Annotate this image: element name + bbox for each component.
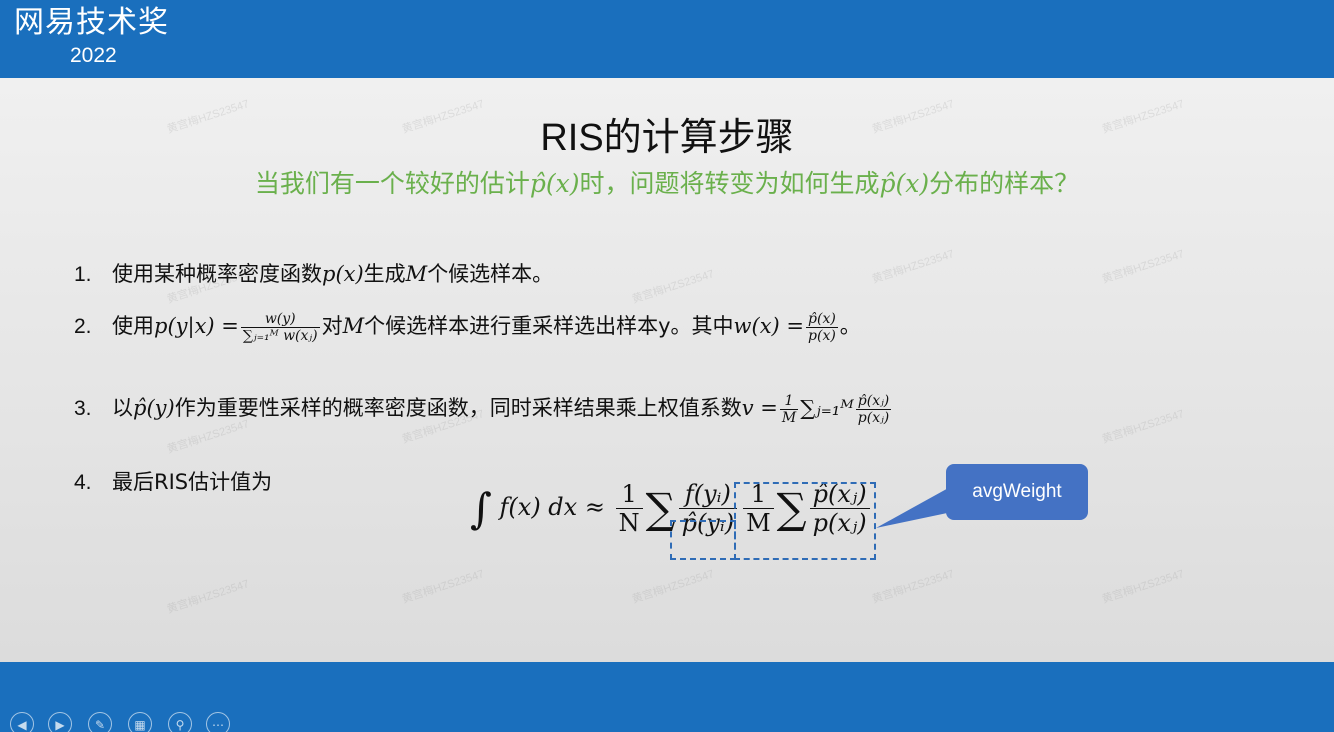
presentation-window: 网易技术奖 2022 黄宫梅HZS23547 黄宫梅HZS23547 黄宫梅HZ…: [0, 0, 1334, 732]
item-text: 作为重要性采样的概率密度函数，同时采样结果乘上权值系数: [174, 396, 742, 420]
fraction-denominator: p(xⱼ): [857, 409, 890, 426]
fraction: p̂(xⱼ) p(xⱼ): [855, 392, 892, 426]
brand-year: 2022: [70, 44, 117, 67]
item-number: 4.: [74, 471, 92, 494]
next-icon[interactable]: ▶: [48, 712, 72, 732]
zoom-icon[interactable]: ⚲: [168, 712, 192, 732]
subtitle-symbol: p̂(x): [529, 169, 580, 198]
integral-symbol: ∫: [470, 484, 492, 533]
item-text: 使用: [112, 314, 154, 338]
item-number: 1.: [74, 263, 92, 286]
item-math: M: [405, 262, 428, 286]
list-item-3: 3. 以p̂(y)作为重要性采样的概率密度函数，同时采样结果乘上权值系数v = 1 M…: [74, 392, 893, 426]
item-text: 个候选样本。: [427, 262, 554, 286]
fraction-numerator: 1: [779, 393, 799, 410]
subtitle-text: 分布的样本？: [929, 169, 1080, 198]
list-item-1: 1. 使用某种概率密度函数p(x)生成M个候选样本。: [74, 258, 553, 288]
item-text: 生成: [363, 262, 406, 286]
item-number: 3.: [74, 397, 92, 420]
fraction-denominator: p(x): [808, 327, 836, 344]
watermark: 黄宫梅HZS23547: [1100, 248, 1186, 286]
slide-title: RIS的计算步骤: [540, 117, 794, 159]
callout-tail: [876, 486, 952, 528]
fraction-denominator: M: [781, 409, 797, 426]
item-math: w(x) =: [733, 314, 805, 338]
slide-subtitle: 当我们有一个较好的估计p̂(x)时，问题将转变为如何生成p̂(x)分布的样本？: [0, 164, 1334, 200]
item-text: 。: [839, 314, 861, 338]
header-bar: 网易技术奖 2022: [0, 0, 1334, 78]
fraction-numerator: p̂(x): [806, 310, 838, 328]
fraction-numerator: w(y): [240, 311, 320, 328]
item-math: p(y|x) =: [154, 314, 239, 338]
item-math: p̂(y): [133, 396, 175, 420]
pen-icon[interactable]: ✎: [88, 712, 112, 732]
fraction-numerator: 1: [615, 480, 643, 509]
item-math: M: [342, 314, 365, 338]
subtitle-text: 时，问题将转变为如何生成: [579, 169, 880, 198]
fraction-denominator: ∑ⱼ₌₁ᴹ w(xⱼ): [242, 327, 318, 344]
item-math: ∑ⱼ₌₁ᴹ: [800, 396, 854, 420]
fraction-numerator: f(yᵢ): [678, 480, 738, 509]
watermark: 黄宫梅HZS23547: [630, 268, 716, 306]
item-text: 个候选样本进行重采样选出样本y。其中: [364, 314, 734, 338]
watermark: 黄宫梅HZS23547: [165, 578, 251, 616]
slides-icon[interactable]: ▦: [128, 712, 152, 732]
subtitle-symbol: p̂(x): [879, 169, 930, 198]
more-icon[interactable]: ⋯: [206, 712, 230, 732]
fraction-denominator: N: [618, 509, 640, 537]
item-text: 对: [321, 314, 343, 338]
fraction-numerator: p̂(xⱼ): [855, 392, 892, 410]
prev-icon[interactable]: ◀: [10, 712, 34, 732]
item-text: 最后RIS估计值为: [112, 470, 273, 494]
fraction: 1M: [779, 393, 799, 426]
item-math: p(x): [322, 262, 364, 286]
watermark: 黄宫梅HZS23547: [1100, 408, 1186, 446]
avg-weight-callout: avgWeight: [946, 464, 1088, 520]
brand-title: 网易技术奖: [14, 5, 169, 40]
item-text: 以: [112, 396, 133, 420]
item-text: 使用某种概率密度函数: [112, 262, 322, 286]
watermark: 黄宫梅HZS23547: [400, 568, 486, 606]
item-number: 2.: [74, 315, 92, 338]
integrand: f(x) dx ≈: [499, 493, 605, 521]
footer-bar: [0, 662, 1334, 732]
list-item-2: 2. 使用p(y|x) = w(y) ∑ⱼ₌₁ᴹ w(xⱼ) 对M个候选样本进行重采样选…: [74, 310, 861, 344]
list-item-4: 4. 最后RIS估计值为: [74, 466, 272, 496]
avg-weight-box: [734, 482, 876, 560]
subtitle-text: 当我们有一个较好的估计: [254, 169, 530, 198]
watermark: 黄宫梅HZS23547: [870, 248, 956, 286]
watermark: 黄宫梅HZS23547: [870, 568, 956, 606]
selection-box: [670, 520, 736, 560]
fraction: p̂(x) p(x): [806, 311, 838, 344]
watermark: 黄宫梅HZS23547: [630, 568, 716, 606]
fraction: w(y) ∑ⱼ₌₁ᴹ w(xⱼ): [240, 311, 320, 344]
fraction: 1N: [615, 480, 643, 537]
watermark: 黄宫梅HZS23547: [1100, 568, 1186, 606]
item-math: v =: [741, 396, 778, 420]
